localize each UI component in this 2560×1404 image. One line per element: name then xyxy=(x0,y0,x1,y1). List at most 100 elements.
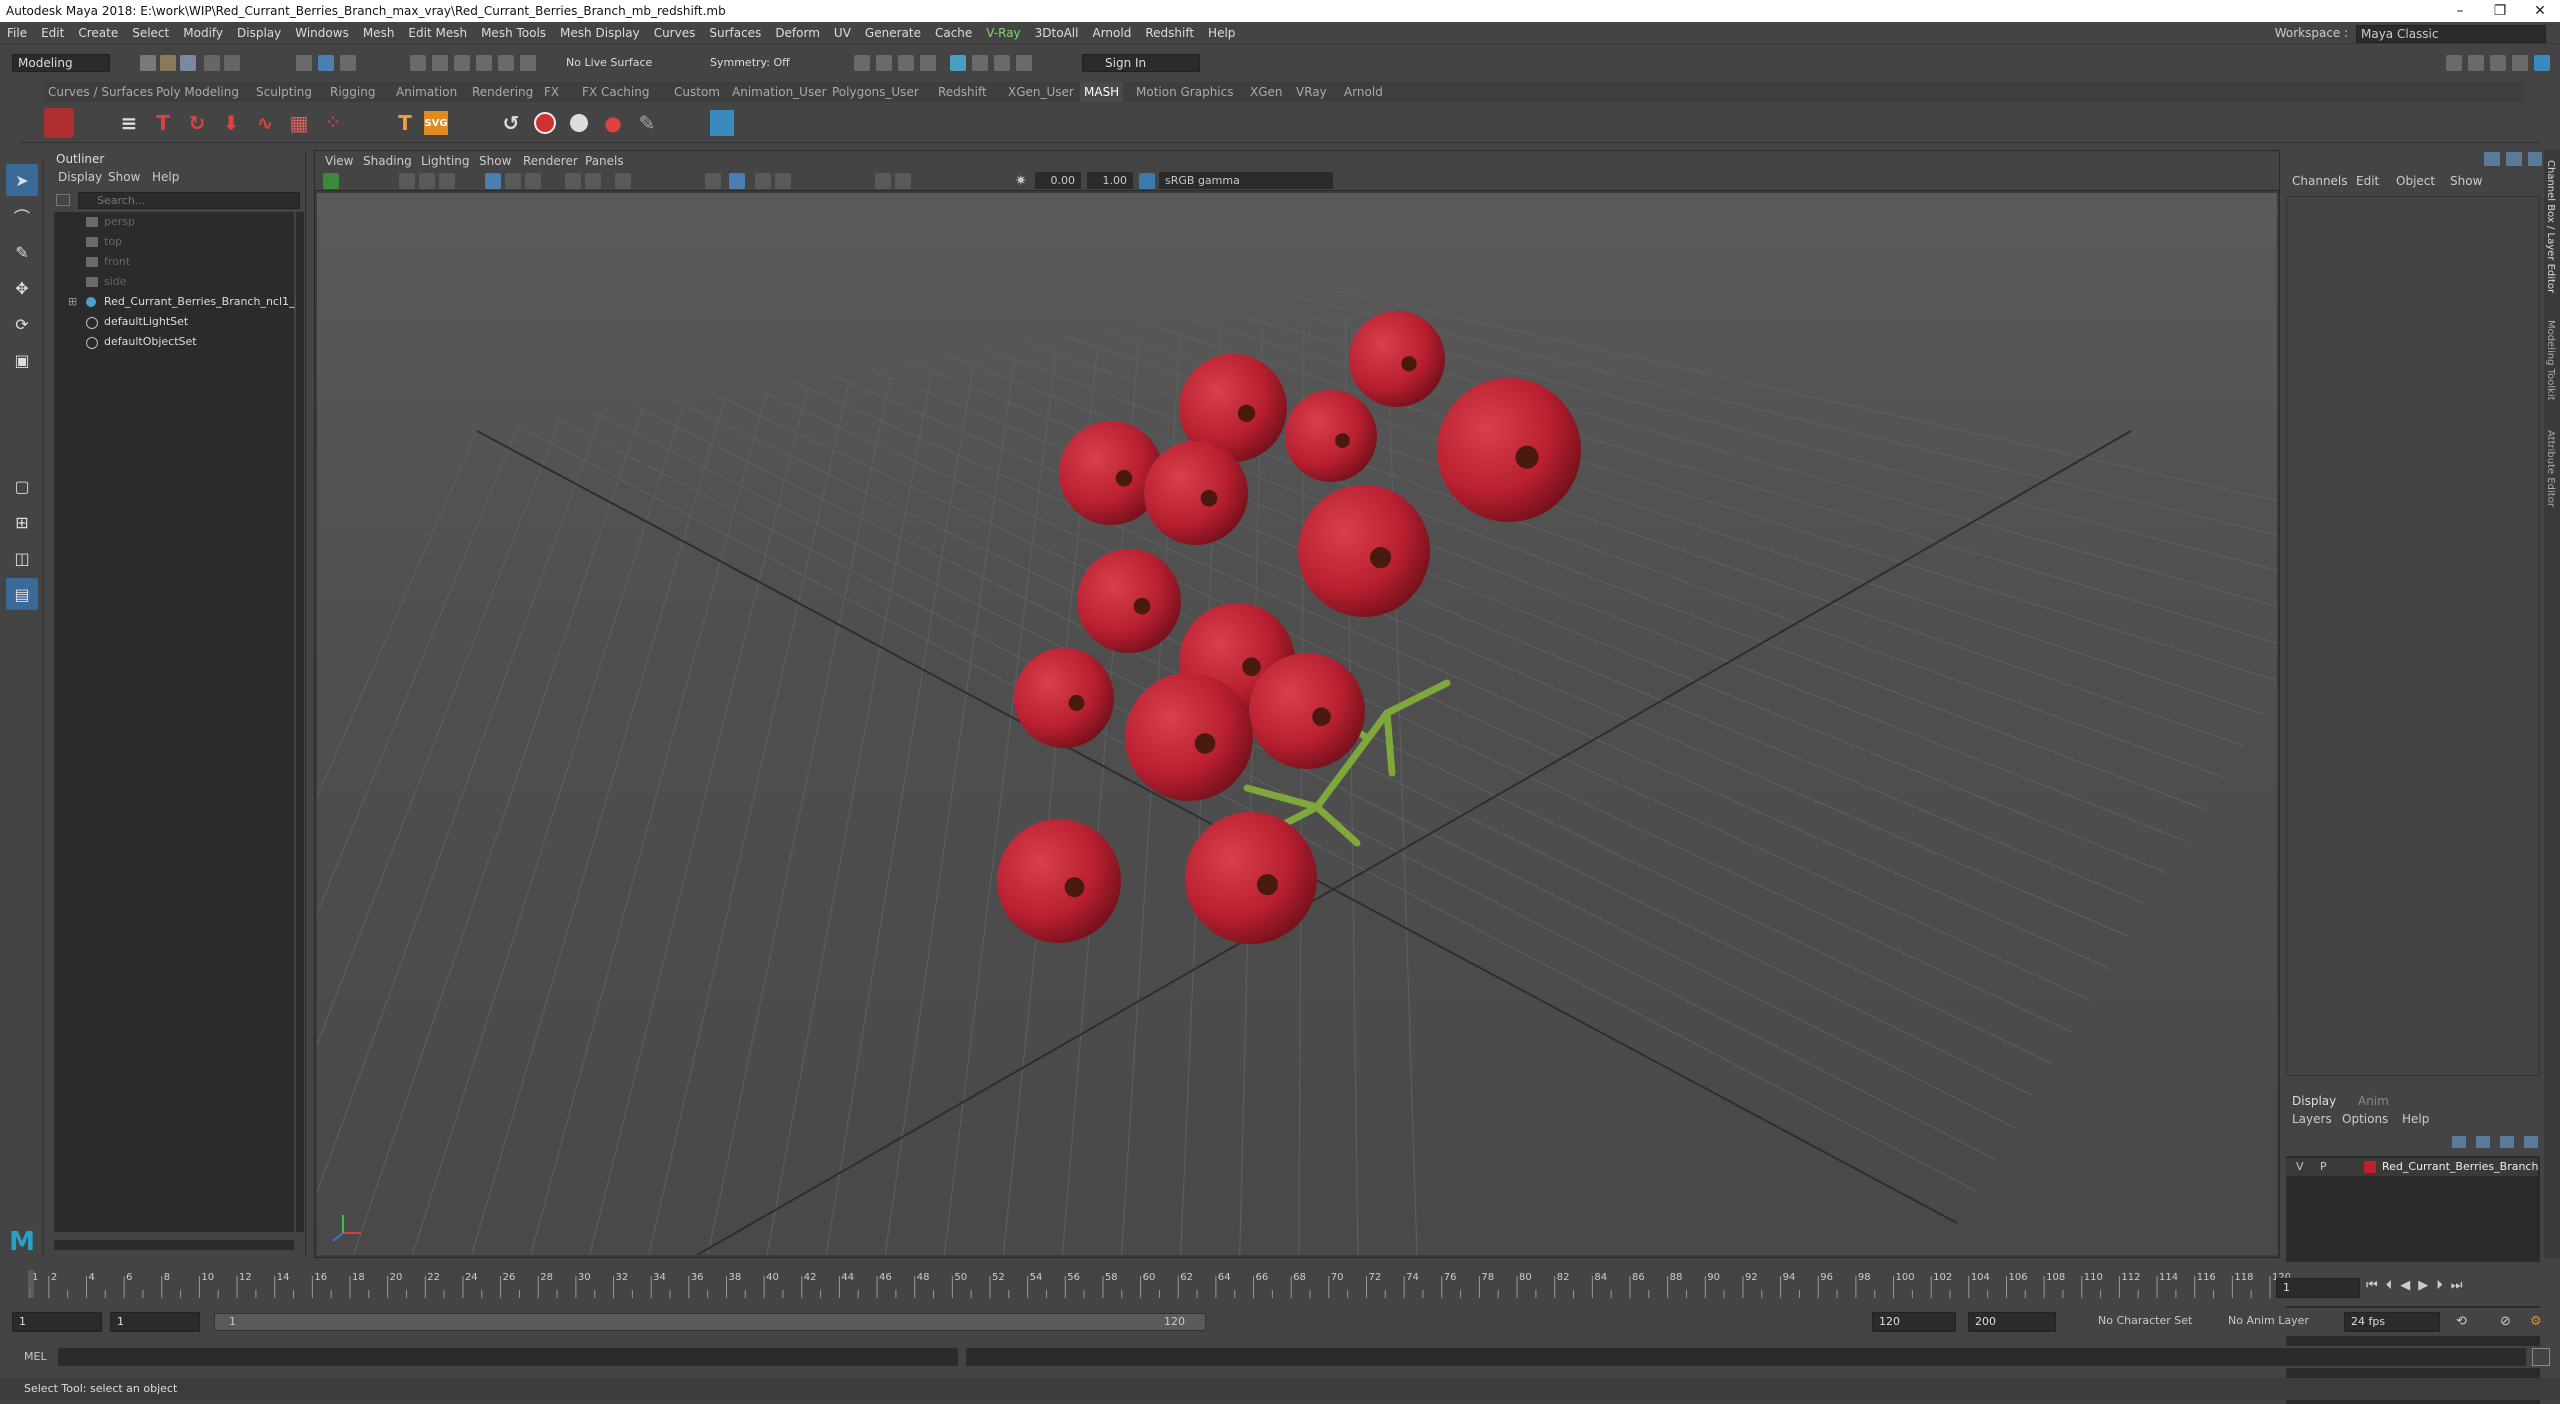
select-tool-icon[interactable]: ➤ xyxy=(6,164,38,196)
isolate-icon[interactable] xyxy=(615,173,631,189)
shelf-tab-motion-graphics[interactable]: Motion Graphics xyxy=(1132,82,1238,102)
shelf-tab-vray[interactable]: VRay xyxy=(1292,82,1331,102)
menu-deform[interactable]: Deform xyxy=(768,22,827,44)
image-plane-icon[interactable] xyxy=(419,173,435,189)
vp-menu-show[interactable]: Show xyxy=(479,151,511,171)
undo-icon[interactable] xyxy=(204,55,220,71)
attribute-editor-toggle-icon[interactable] xyxy=(2468,55,2484,71)
scale-tool-icon[interactable]: ▣ xyxy=(6,344,38,376)
dynamics-icon[interactable]: ● xyxy=(598,108,628,138)
pause-ipr-icon[interactable] xyxy=(1016,55,1032,71)
side-tab-channel-box[interactable]: Channel Box / Layer Editor xyxy=(2545,160,2556,293)
shelf-tab-fx-caching[interactable]: FX Caching xyxy=(578,82,653,102)
menu-mesh[interactable]: Mesh xyxy=(356,22,402,44)
menu-redshift[interactable]: Redshift xyxy=(1138,22,1201,44)
sign-in-dropdown[interactable]: Sign In xyxy=(1082,54,1200,72)
outliner-item-red-currant[interactable]: ⊞ Red_Currant_Berries_Branch_ncl1_1 xyxy=(54,292,302,312)
new-layer-selected-icon[interactable] xyxy=(2524,1136,2538,1148)
gamma-field[interactable]: 1.00 xyxy=(1087,172,1133,189)
time-slider[interactable]: 1 2 4 6 8 10 12 14 16 18 20 22 24 26 28 30 32 34 36 38 40 42 4… xyxy=(0,1262,2560,1306)
outliner-persp-layout-icon[interactable]: ▤ xyxy=(6,578,38,610)
anim-end-field[interactable]: 200 xyxy=(1968,1312,2056,1332)
live-surface-label[interactable]: No Live Surface xyxy=(566,56,652,69)
menu-curves[interactable]: Curves xyxy=(647,22,703,44)
anim-start-field[interactable]: 1 xyxy=(110,1312,200,1332)
lights-icon[interactable] xyxy=(565,173,581,189)
color-space-dropdown[interactable]: sRGB gamma xyxy=(1159,172,1333,189)
menu-generate[interactable]: Generate xyxy=(858,22,928,44)
layer-tab-display[interactable]: Display xyxy=(2292,1094,2336,1108)
script-editor-icon[interactable] xyxy=(2532,1348,2550,1366)
textured-icon[interactable] xyxy=(525,173,541,189)
snap-point-icon[interactable] xyxy=(454,55,470,71)
new-layer-icon[interactable] xyxy=(2500,1136,2514,1148)
channels-menu-show[interactable]: Show xyxy=(2450,174,2482,188)
mode-dropdown[interactable]: Modeling xyxy=(12,54,110,72)
outliner-toggle-icon[interactable] xyxy=(2534,55,2550,71)
render-current-icon[interactable] xyxy=(854,55,870,71)
render-settings-icon[interactable] xyxy=(898,55,914,71)
grid-distribute-icon[interactable]: ▦ xyxy=(284,108,314,138)
tool-settings-toggle-icon[interactable] xyxy=(2490,55,2506,71)
command-input[interactable] xyxy=(58,1348,958,1366)
expand-icon[interactable]: ⊞ xyxy=(68,292,77,312)
exposure-field[interactable]: 0.00 xyxy=(1035,172,1081,189)
menu-help[interactable]: Help xyxy=(1201,22,1242,44)
text-t-red-icon[interactable]: T xyxy=(148,108,178,138)
select-component-icon[interactable] xyxy=(340,55,356,71)
layer-visibility-toggle[interactable]: V xyxy=(2296,1158,2304,1176)
shadows-icon[interactable] xyxy=(585,173,601,189)
svg-icon[interactable]: SVG xyxy=(424,111,448,135)
workspace-selector[interactable]: Workspace : Maya Classic xyxy=(2275,22,2546,44)
channel-box-icon-2[interactable] xyxy=(2506,152,2522,166)
scatter-dots-icon[interactable]: ⁘ xyxy=(318,108,348,138)
viewport-canvas[interactable]: persp xyxy=(116,193,2378,1296)
shelf-tab-animation[interactable]: Animation xyxy=(392,82,461,102)
lasso-tool-icon[interactable]: ⌒ xyxy=(6,200,38,232)
sphere-white-icon[interactable] xyxy=(564,108,594,138)
menu-windows[interactable]: Windows xyxy=(288,22,356,44)
shelf-tab-redshift[interactable]: Redshift xyxy=(934,82,991,102)
shelf-tab-curves-surfaces[interactable]: Curves / Surfaces xyxy=(44,82,157,102)
vp-menu-shading[interactable]: Shading xyxy=(363,151,412,171)
redshift-ipr-icon[interactable] xyxy=(972,55,988,71)
menu-mesh-display[interactable]: Mesh Display xyxy=(553,22,647,44)
redo-icon[interactable] xyxy=(224,55,240,71)
modeling-toolkit-toggle-icon[interactable] xyxy=(2446,55,2462,71)
playback-controls[interactable]: ⏮⏴◀▶⏵⏭ xyxy=(2366,1278,2470,1293)
menu-modify[interactable]: Modify xyxy=(176,22,230,44)
shelf-tab-arnold[interactable]: Arnold xyxy=(1340,82,1387,102)
layer-row[interactable]: V P Red_Currant_Berries_Branch xyxy=(2286,1158,2538,1176)
refresh-icon[interactable]: ↺ xyxy=(496,108,526,138)
two-view-icon[interactable]: ◫ xyxy=(6,542,38,574)
outliner-item-front[interactable]: front xyxy=(54,252,294,272)
outliner-hscrollbar[interactable] xyxy=(54,1240,294,1250)
open-scene-icon[interactable] xyxy=(160,55,176,71)
snap-view-icon[interactable] xyxy=(476,55,492,71)
shelf-tab-sculpting[interactable]: Sculpting xyxy=(252,82,316,102)
character-set-dropdown[interactable]: No Character Set xyxy=(2098,1314,2192,1327)
menu-display[interactable]: Display xyxy=(230,22,288,44)
outliner-item-top[interactable]: top xyxy=(54,232,294,252)
rotate-tool-icon[interactable]: ⟳ xyxy=(6,308,38,340)
ipr-render-icon[interactable] xyxy=(876,55,892,71)
menu-create[interactable]: Create xyxy=(71,22,125,44)
paint-select-tool-icon[interactable]: ✎ xyxy=(6,236,38,268)
hypershade-icon[interactable] xyxy=(920,55,936,71)
side-tab-modeling-toolkit[interactable]: Modeling Toolkit xyxy=(2545,320,2556,401)
shelf-tab-polygons-user[interactable]: Polygons_User xyxy=(828,82,923,102)
channels-menu-channels[interactable]: Channels xyxy=(2292,174,2348,188)
outliner-filter-icon[interactable] xyxy=(56,194,70,206)
menu-3dtoall[interactable]: 3DtoAll xyxy=(1028,22,1086,44)
wave-red-icon[interactable]: ∿ xyxy=(250,108,280,138)
snap-grid-icon[interactable] xyxy=(410,55,426,71)
snap-curve-icon[interactable] xyxy=(432,55,448,71)
close-button[interactable]: ✕ xyxy=(2520,0,2560,22)
shelf-tab-rigging[interactable]: Rigging xyxy=(326,82,379,102)
move-tool-icon[interactable]: ✥ xyxy=(6,272,38,304)
shelf-tab-xgen-user[interactable]: XGen_User xyxy=(1004,82,1078,102)
outliner-vscrollbar[interactable] xyxy=(296,212,304,1232)
channels-menu-edit[interactable]: Edit xyxy=(2356,174,2379,188)
shelf-tab-fx[interactable]: FX xyxy=(540,82,563,102)
shelf-tab-animation-user[interactable]: Animation_User xyxy=(728,82,831,102)
